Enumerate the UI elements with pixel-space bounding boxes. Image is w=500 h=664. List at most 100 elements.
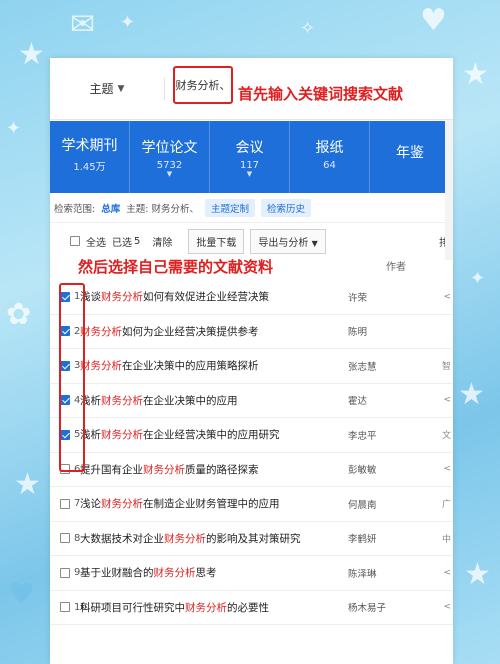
source-cell: < <box>443 395 451 406</box>
tab-journals[interactable]: 学术期刊 1.45万 <box>50 121 130 193</box>
list-item[interactable]: 2 财务分析如何为企业经营决策提供参考 陈明 <box>50 315 453 349</box>
result-title-link[interactable]: 提升国有企业财务分析质量的路径探索 <box>78 462 348 477</box>
source-cell: < <box>443 464 451 475</box>
caret-icon: ▼ <box>166 169 173 178</box>
result-title-link[interactable]: 基于业财融合的财务分析思考 <box>78 565 348 580</box>
author-link[interactable]: 李忠平 <box>348 428 377 442</box>
tab-conferences[interactable]: 会议 117 ▼ <box>210 121 290 193</box>
result-title-link[interactable]: 财务分析如何为企业经营决策提供参考 <box>78 324 348 339</box>
list-item[interactable]: 1 浅谈财务分析如何有效促进企业经营决策 许荣 < <box>50 280 453 315</box>
author-link[interactable]: 张志慧 <box>348 359 377 373</box>
source-cell: 文 <box>441 431 451 442</box>
author-link[interactable]: 彭敏敏 <box>348 462 377 476</box>
list-item[interactable]: 3 财务分析在企业决策中的应用策略探析 张志慧智 <box>50 349 453 384</box>
title-keyword-highlight: 财务分析 <box>164 532 206 545</box>
tab-count: 5732 <box>156 159 183 171</box>
bulk-download-button[interactable]: 批量下载 <box>188 228 245 254</box>
select-all-checkbox[interactable] <box>70 236 80 246</box>
tab-count: 64 <box>323 159 336 171</box>
source-cell: 广 <box>441 500 451 511</box>
select-annotation: 然后选择自己需要的文献资料 <box>78 258 274 276</box>
clear-selection-link[interactable]: 清除 <box>152 234 172 249</box>
tab-count: 117 <box>239 159 260 171</box>
tab-label: 学术期刊 <box>61 137 118 154</box>
author-column-header[interactable]: 作者 <box>386 258 406 273</box>
list-item[interactable]: 6 提升国有企业财务分析质量的路径探索 彭敏敏 < <box>50 453 453 487</box>
title-suffix: 在企业决策中的应用 <box>143 394 238 407</box>
title-prefix: 大数据技术对企业 <box>80 532 164 545</box>
tab-newspapers[interactable]: 报纸 64 <box>290 121 370 193</box>
author-link[interactable]: 许荣 <box>348 290 367 304</box>
result-title-link[interactable]: 财务分析在企业决策中的应用策略探析 <box>78 358 348 373</box>
topic-custom-button[interactable]: 主题定制 <box>204 198 255 217</box>
export-analysis-button[interactable]: 导出与分析 ▼ <box>250 228 326 254</box>
search-history-button[interactable]: 检索历史 <box>260 198 311 217</box>
tab-label: 年鉴 <box>396 145 424 161</box>
title-suffix: 如何有效促进企业经营决策 <box>143 291 269 304</box>
row-checkbox[interactable] <box>60 602 70 613</box>
result-title-link[interactable]: 科研项目可行性研究中财务分析的必要性 <box>78 600 348 615</box>
title-suffix: 思考 <box>195 567 217 580</box>
scope-label: 检索范围: <box>54 203 96 215</box>
result-title-link[interactable]: 浅析财务分析在企业经营决策中的应用研究 <box>78 427 348 442</box>
source-cell: 中 <box>441 534 451 545</box>
title-keyword-highlight: 财务分析 <box>185 601 227 614</box>
result-title-link[interactable]: 大数据技术对企业财务分析的影响及其对策研究 <box>78 531 348 546</box>
tab-label: 学位论文 <box>141 139 198 156</box>
star-decoration-icon: ★ <box>458 377 485 412</box>
title-suffix: 在制造企业财务管理中的应用 <box>143 498 280 511</box>
row-checkbox[interactable] <box>60 533 70 544</box>
list-item[interactable]: 7 浅论财务分析在制造企业财务管理中的应用 何晨南 广 <box>50 487 453 522</box>
author-link[interactable]: 陈泽琳 <box>348 566 377 580</box>
title-keyword-highlight: 财务分析 <box>80 360 122 373</box>
title-prefix: 提升国有企业 <box>80 463 143 476</box>
tab-theses[interactable]: 学位论文 5732 ▼ <box>130 121 210 193</box>
title-keyword-highlight: 财务分析 <box>101 291 143 304</box>
title-keyword-highlight: 财务分析 <box>101 394 143 407</box>
result-title-link[interactable]: 浅论财务分析在制造企业财务管理中的应用 <box>78 496 348 511</box>
scope-library-link[interactable]: 总库 <box>101 201 120 215</box>
list-item[interactable]: 9 基于业财融合的财务分析思考 陈泽琳 < <box>50 556 453 591</box>
tab-yearbooks[interactable]: 年鉴 <box>370 121 450 193</box>
title-keyword-highlight: 财务分析 <box>101 429 143 442</box>
tab-label: 报纸 <box>315 139 344 156</box>
search-input[interactable]: 财务分析、 <box>173 66 233 104</box>
search-results-card: 主题 ▼ 财务分析、 首先输入关键词搜索文献 学术期刊 1.45万 学位论文 5… <box>50 58 453 664</box>
list-item[interactable]: 4 浅析财务分析在企业决策中的应用 霍达 < <box>50 384 453 418</box>
author-link[interactable]: 霍达 <box>348 393 367 407</box>
title-prefix: 浅论 <box>80 498 101 511</box>
star-decoration-icon: ✦ <box>120 12 136 33</box>
tab-count: 1.45万 <box>73 161 106 173</box>
row-checkbox[interactable] <box>60 498 70 509</box>
chevron-down-icon: ▼ <box>311 238 318 248</box>
title-suffix: 质量的路径探索 <box>185 463 259 476</box>
title-keyword-highlight: 财务分析 <box>143 463 185 476</box>
heart-decoration-icon: ♥ <box>8 577 35 612</box>
row-index: 7 <box>50 498 80 509</box>
result-title-link[interactable]: 浅析财务分析在企业决策中的应用 <box>78 393 348 408</box>
result-title-link[interactable]: 浅谈财务分析如何有效促进企业经营决策 <box>78 289 348 304</box>
flower-decoration-icon: ✿ <box>6 297 32 332</box>
author-link[interactable]: 杨木易子 <box>348 600 386 614</box>
title-suffix: 在企业经营决策中的应用研究 <box>143 429 280 442</box>
source-cell: < <box>443 567 451 578</box>
search-field-label: 主题 <box>89 82 114 96</box>
star-decoration-icon: ★ <box>464 557 491 592</box>
author-link[interactable]: 陈明 <box>348 324 367 338</box>
author-link[interactable]: 李鹤妍 <box>348 531 377 545</box>
list-item[interactable]: 5 浅析财务分析在企业经营决策中的应用研究 李忠平文 <box>50 418 453 453</box>
search-bar: 主题 ▼ 财务分析、 首先输入关键词搜索文献 <box>50 58 453 120</box>
list-item[interactable]: 10 科研项目可行性研究中财务分析的必要性 杨木易子 < <box>50 591 453 625</box>
source-cell: < <box>443 291 451 302</box>
list-item[interactable]: 8 大数据技术对企业财务分析的影响及其对策研究 李鹤妍中 <box>50 522 453 556</box>
search-annotation: 首先输入关键词搜索文献 <box>238 85 404 103</box>
author-link[interactable]: 何晨南 <box>348 497 377 511</box>
title-keyword-highlight: 财务分析 <box>153 567 196 580</box>
star-decoration-icon: ★ <box>14 467 41 502</box>
title-suffix: 在企业决策中的应用策略探析 <box>122 360 259 373</box>
title-prefix: 基于业财融合的 <box>80 567 154 580</box>
star-decoration-icon: ★ <box>18 37 45 72</box>
scope-topic: 主题: 财务分析、 <box>126 203 199 215</box>
search-field-select[interactable]: 主题 ▼ <box>50 77 165 100</box>
row-checkbox[interactable] <box>60 567 70 578</box>
